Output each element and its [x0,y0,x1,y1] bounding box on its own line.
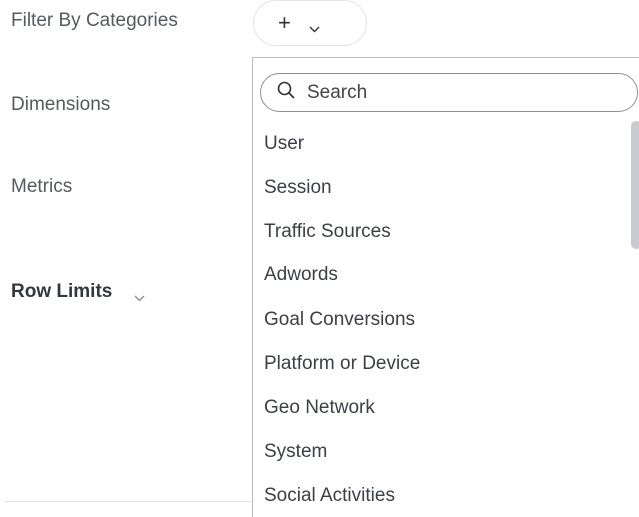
dropdown-item-adwords[interactable]: Adwords [264,264,338,286]
dropdown-item-traffic-sources[interactable]: Traffic Sources [264,221,391,243]
plus-icon: + [278,10,291,35]
chevron-down-icon [134,289,145,301]
chevron-down-icon [309,20,320,32]
category-dropdown: User Session Traffic Sources Adwords Goa… [252,57,639,517]
bottom-divider [5,501,252,502]
dimensions-label: Dimensions [11,94,111,115]
dropdown-item-social-activities[interactable]: Social Activities [264,485,395,507]
add-category-button[interactable]: + [253,0,367,46]
search-box[interactable] [260,73,638,112]
dropdown-item-goal-conversions[interactable]: Goal Conversions [264,309,415,331]
search-input[interactable] [307,81,607,104]
dropdown-item-user[interactable]: User [264,133,304,155]
dropdown-item-geo-network[interactable]: Geo Network [264,397,375,419]
row-limits-toggle[interactable]: Row Limits [11,281,145,303]
metrics-label: Metrics [11,176,73,197]
dropdown-item-session[interactable]: Session [264,177,332,199]
search-icon [277,81,295,104]
row-limits-label: Row Limits [11,281,113,302]
dropdown-item-system[interactable]: System [264,441,327,463]
dropdown-scrollbar[interactable] [631,121,639,249]
filter-by-categories-label: Filter By Categories [11,10,178,31]
dropdown-item-platform-or-device[interactable]: Platform or Device [264,353,420,375]
